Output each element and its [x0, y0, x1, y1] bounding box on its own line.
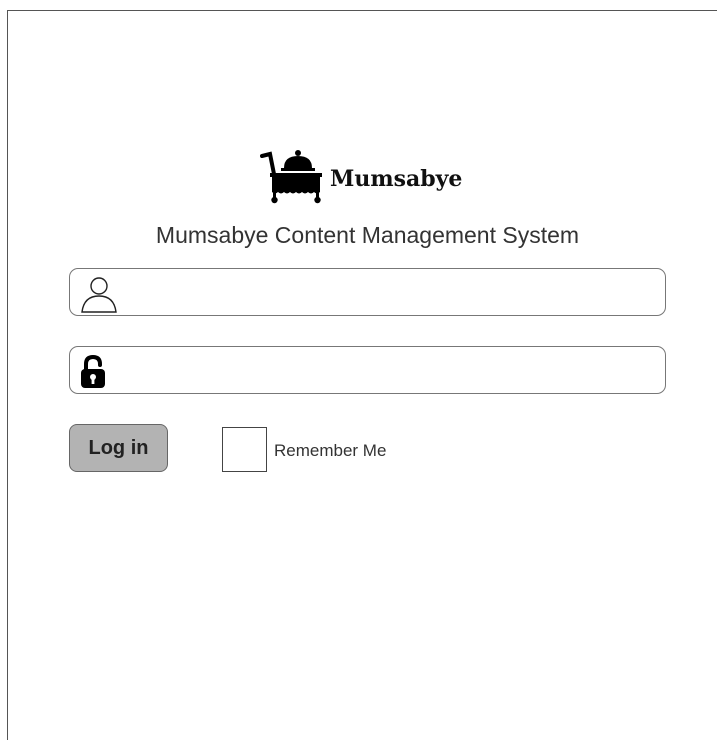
- brand-name: Mumsabye: [330, 166, 463, 192]
- login-button[interactable]: Log in: [69, 424, 168, 472]
- remember-me-label: Remember Me: [274, 441, 387, 460]
- unlocked-padlock-icon: [81, 355, 105, 388]
- serving-cart-icon: [260, 150, 322, 204]
- remember-me-checkbox[interactable]: [222, 427, 267, 472]
- username-field[interactable]: [69, 268, 666, 316]
- user-icon: [81, 277, 117, 313]
- page-title: Mumsabye Content Management System: [155, 222, 580, 248]
- password-field[interactable]: [69, 346, 666, 394]
- username-input[interactable]: [124, 275, 658, 311]
- password-input[interactable]: [124, 353, 658, 389]
- brand-header: Mumsabye: [260, 148, 462, 204]
